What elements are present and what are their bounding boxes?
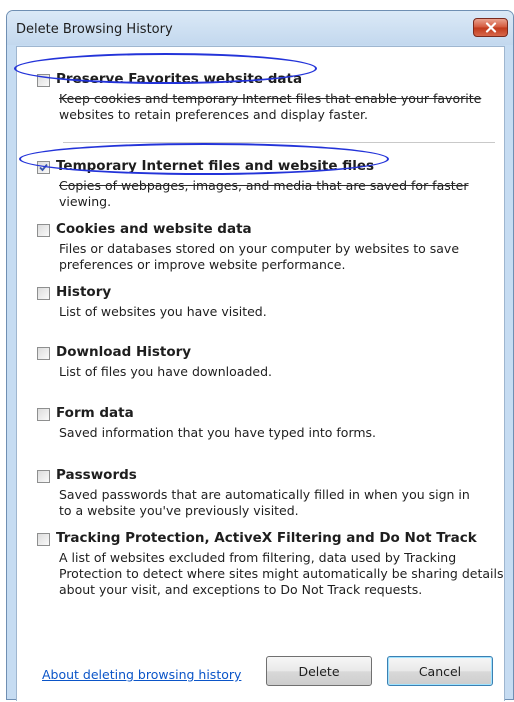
close-button[interactable] <box>473 18 508 37</box>
description-line: about your visit, and exceptions to Do N… <box>59 582 423 597</box>
download-history-checkbox[interactable] <box>37 347 50 360</box>
history-description: List of websites you have visited. <box>59 304 504 320</box>
description-line: List of websites you have visited. <box>59 304 267 319</box>
description-line: A list of websites excluded from filteri… <box>59 550 457 565</box>
temporary-files-label: Temporary Internet files and website fil… <box>56 158 375 174</box>
title-bar: Delete Browsing History <box>7 11 513 45</box>
description-line: Files or databases stored on your comput… <box>59 241 460 256</box>
download-history-label: Download History <box>56 344 192 360</box>
form-data-checkbox[interactable] <box>37 408 50 421</box>
passwords-description: Saved passwords that are automatically f… <box>59 487 504 519</box>
cookies-label: Cookies and website data <box>56 221 252 237</box>
description-line: Copies of webpages, images, and media th… <box>59 178 469 193</box>
cancel-button[interactable]: Cancel <box>387 656 493 686</box>
passwords-checkbox[interactable] <box>37 470 50 483</box>
description-line: viewing. <box>59 194 112 209</box>
delete-browsing-history-dialog: Delete Browsing History Preserve Favorit… <box>6 10 514 701</box>
dialog-body: Preserve Favorites website data Keep coo… <box>16 46 505 701</box>
description-line: Saved passwords that are automatically f… <box>59 487 470 502</box>
preserve-favorites-description: Keep cookies and temporary Internet file… <box>59 91 504 123</box>
download-history-description: List of files you have downloaded. <box>59 364 504 380</box>
close-icon <box>485 18 497 37</box>
tracking-protection-description: A list of websites excluded from filteri… <box>59 550 504 598</box>
preserve-favorites-checkbox[interactable] <box>37 74 50 87</box>
temporary-files-description: Copies of webpages, images, and media th… <box>59 178 504 210</box>
about-deleting-history-link[interactable]: About deleting browsing history <box>42 667 241 682</box>
description-line: List of files you have downloaded. <box>59 364 272 379</box>
description-line: websites to retain preferences and displ… <box>59 107 369 122</box>
description-line: preferences or improve website performan… <box>59 257 346 272</box>
checkmark-icon <box>39 163 48 172</box>
dialog-title: Delete Browsing History <box>16 22 173 37</box>
description-line: to a website you've previously visited. <box>59 503 299 518</box>
passwords-label: Passwords <box>56 467 137 483</box>
divider <box>63 142 495 143</box>
tracking-protection-label: Tracking Protection, ActiveX Filtering a… <box>56 530 477 546</box>
temporary-files-checkbox[interactable] <box>37 161 50 174</box>
cookies-description: Files or databases stored on your comput… <box>59 241 504 273</box>
delete-button[interactable]: Delete <box>266 656 372 686</box>
tracking-protection-checkbox[interactable] <box>37 533 50 546</box>
description-line: Keep cookies and temporary Internet file… <box>59 91 482 106</box>
form-data-description: Saved information that you have typed in… <box>59 425 504 441</box>
form-data-label: Form data <box>56 405 134 421</box>
preserve-favorites-label: Preserve Favorites website data <box>56 71 303 87</box>
cookies-checkbox[interactable] <box>37 224 50 237</box>
description-line: Saved information that you have typed in… <box>59 425 377 440</box>
history-checkbox[interactable] <box>37 287 50 300</box>
history-label: History <box>56 284 112 300</box>
description-line: Protection to detect where sites might a… <box>59 566 504 581</box>
